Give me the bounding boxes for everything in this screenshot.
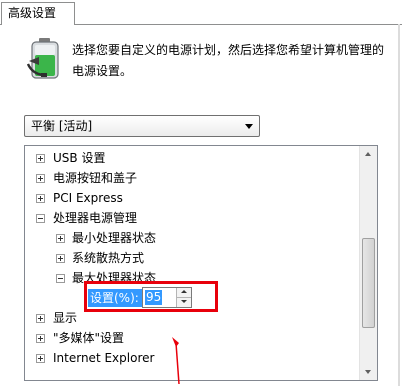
setting-percent-stepper[interactable]: 95 [142, 287, 192, 308]
setting-percent-value[interactable]: 95 [145, 290, 163, 305]
collapse-minus-icon[interactable] [56, 274, 65, 283]
tree-item-label: 最大处理器状态 [72, 271, 157, 285]
tree-item-label: "多媒体"设置 [53, 331, 125, 345]
chevron-up-icon [365, 152, 371, 156]
power-battery-icon [27, 38, 59, 79]
intro-text: 选择您要自定义的电源计划，然后选择您希望计算机管理的电源设置。 [72, 43, 385, 78]
tree-item-label: 最小处理器状态 [72, 231, 157, 245]
chevron-down-icon [365, 370, 371, 374]
tree-scrollbar[interactable] [359, 146, 377, 380]
expand-plus-icon[interactable] [56, 254, 65, 263]
setting-percent-label: 设置(%): [88, 289, 142, 307]
tab-strip: 高级设置 [0, 0, 402, 25]
tree-item-label: 处理器电源管理 [53, 211, 138, 225]
expand-plus-icon[interactable] [36, 334, 45, 343]
expand-plus-icon[interactable] [36, 174, 45, 183]
chevron-up-icon [181, 290, 187, 293]
scroll-down-button[interactable] [360, 363, 377, 380]
expand-plus-icon[interactable] [36, 154, 45, 163]
chevron-down-icon [181, 300, 187, 303]
expand-plus-icon[interactable] [36, 354, 45, 363]
power-plan-select[interactable]: 平衡 [活动] [24, 115, 260, 137]
tree-item-label: USB 设置 [53, 151, 106, 165]
scroll-thumb[interactable] [362, 238, 375, 328]
tab-advanced-settings[interactable]: 高级设置 [1, 2, 75, 25]
scroll-up-button[interactable] [360, 146, 377, 163]
tree-item-label: 系统散热方式 [72, 251, 145, 265]
tree-item-label: PCI Express [53, 191, 123, 205]
power-plan-value: 平衡 [活动] [31, 119, 93, 133]
tree-item-label: Internet Explorer [53, 351, 155, 365]
tree-item-label: 电源按钮和盖子 [53, 171, 138, 185]
expand-plus-icon[interactable] [36, 314, 45, 323]
spin-down-button[interactable] [176, 297, 191, 307]
expand-plus-icon[interactable] [36, 194, 45, 203]
collapse-minus-icon[interactable] [36, 214, 45, 223]
tree-item-label: 显示 [53, 311, 78, 325]
dialog-edge [398, 24, 400, 386]
annotation-arrow-icon [172, 337, 180, 385]
settings-tree[interactable]: USB 设置 电源按钮和盖子 PCI Express 处理器电源管理 最小处理器… [24, 145, 378, 381]
spin-up-button[interactable] [176, 288, 191, 297]
chevron-down-icon[interactable] [245, 124, 253, 129]
expand-plus-icon[interactable] [56, 234, 65, 243]
